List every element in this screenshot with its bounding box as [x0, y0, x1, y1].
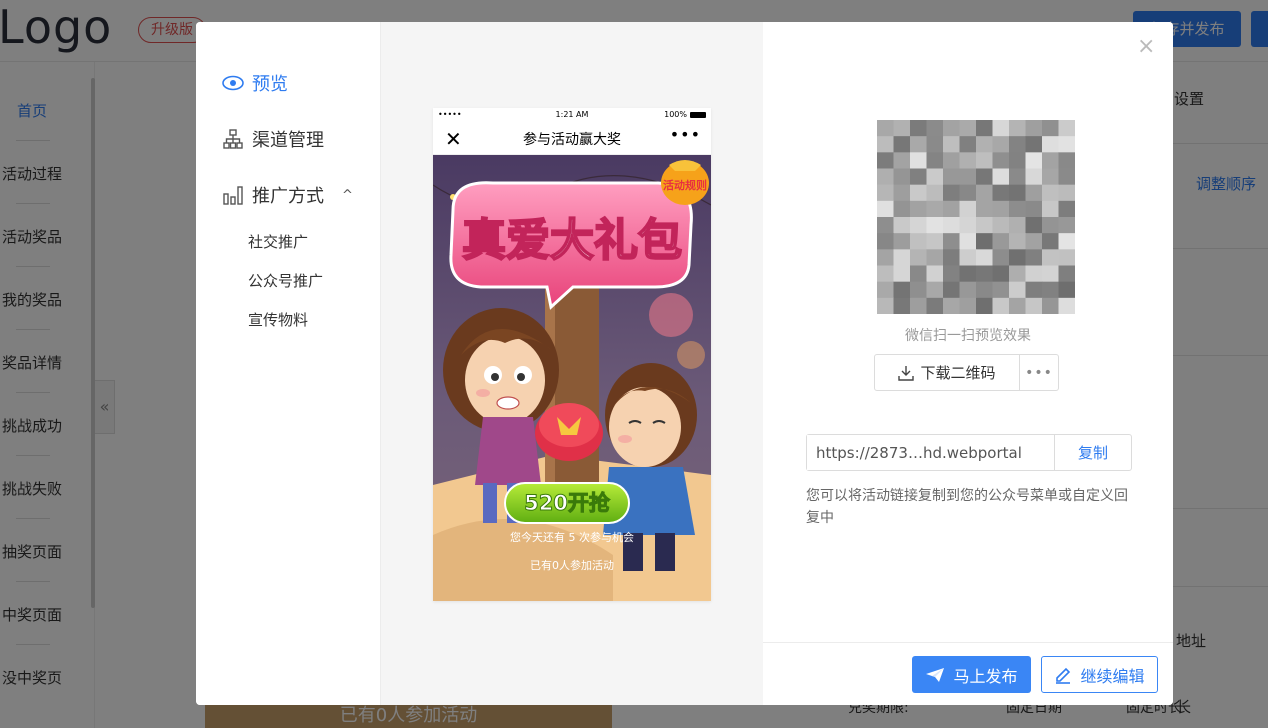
participants-text: 已有0人参加活动 [530, 559, 614, 572]
download-more-icon[interactable]: ••• [1020, 355, 1058, 390]
sitemap-icon [222, 128, 244, 150]
nav-promotion-label: 推广方式 [252, 186, 324, 207]
close-icon[interactable]: × [1137, 36, 1155, 58]
nav-preview[interactable]: 预览 [222, 69, 288, 97]
qr-caption: 微信扫一扫预览效果 [905, 328, 1031, 344]
phone-preview-panel: ••••• 1:21 AM 100% ✕ 参与活动赢大奖 ••• 真爱大礼包 活… [381, 22, 763, 705]
publish-now-label: 马上发布 [953, 666, 1018, 686]
link-tip-text: 您可以将活动链接复制到您的公众号菜单或自定义回复中 [806, 488, 1128, 526]
download-qr-group: 下载二维码 ••• [874, 354, 1059, 391]
rules-badge: 活动规则 [663, 178, 707, 192]
bar-chart-icon [222, 184, 244, 206]
nav-promo-materials[interactable]: 宣传物料 [248, 309, 308, 330]
download-qr-button[interactable]: 下载二维码 [875, 355, 1020, 390]
modal-nav: 预览 渠道管理 推广方式 ^ 社交推广 公众号推广 宣传物料 [196, 22, 381, 705]
paper-plane-icon [925, 667, 945, 683]
publish-now-button[interactable]: 马上发布 [912, 656, 1031, 693]
activity-link-field[interactable] [807, 435, 1055, 470]
link-copy-group: 复制 [806, 434, 1132, 471]
modal-footer: 马上发布 继续编辑 [763, 642, 1173, 705]
nav-channel[interactable]: 渠道管理 [222, 125, 324, 153]
phone-navbar: ✕ 参与活动赢大奖 ••• [433, 122, 711, 155]
battery-icon: 100% [664, 110, 706, 119]
nav-preview-label: 预览 [252, 74, 288, 95]
nav-wechat-promotion[interactable]: 公众号推广 [248, 270, 323, 291]
preview-modal: 预览 渠道管理 推广方式 ^ 社交推广 公众号推广 宣传物料 ••••• 1:2… [196, 22, 1173, 705]
phone-mockup: ••••• 1:21 AM 100% ✕ 参与活动赢大奖 ••• 真爱大礼包 活… [433, 108, 711, 601]
copy-link-button[interactable]: 复制 [1055, 435, 1131, 470]
phone-status-bar: ••••• 1:21 AM 100% [433, 108, 711, 122]
continue-edit-button[interactable]: 继续编辑 [1041, 656, 1158, 693]
pencil-icon [1054, 666, 1072, 684]
download-icon [898, 365, 915, 381]
continue-edit-label: 继续编辑 [1080, 666, 1145, 686]
share-panel: × 微信扫一扫预览效果 下载二维码 ••• 复制 您可以将活动链接复制到您的公众… [763, 22, 1173, 705]
start-button-label: 520开抢 [524, 491, 611, 515]
chevron-up-icon[interactable]: ^ [342, 188, 353, 203]
nav-channel-label: 渠道管理 [252, 130, 324, 151]
phone-more-icon: ••• [669, 125, 701, 144]
banner-title: 真爱大礼包 [462, 215, 682, 266]
eye-icon [222, 72, 244, 94]
qr-code [877, 120, 1076, 315]
download-qr-label: 下载二维码 [920, 364, 996, 382]
nav-promotion[interactable]: 推广方式 ^ [222, 181, 353, 209]
remaining-chances-text: 您今天还有 5 次参与机会 [510, 531, 634, 544]
campaign-artwork: 真爱大礼包 活动规则 520开抢 您今天还有 5 次参与机会 已有0人参加活动 [433, 155, 711, 601]
nav-social-promotion[interactable]: 社交推广 [248, 231, 308, 252]
